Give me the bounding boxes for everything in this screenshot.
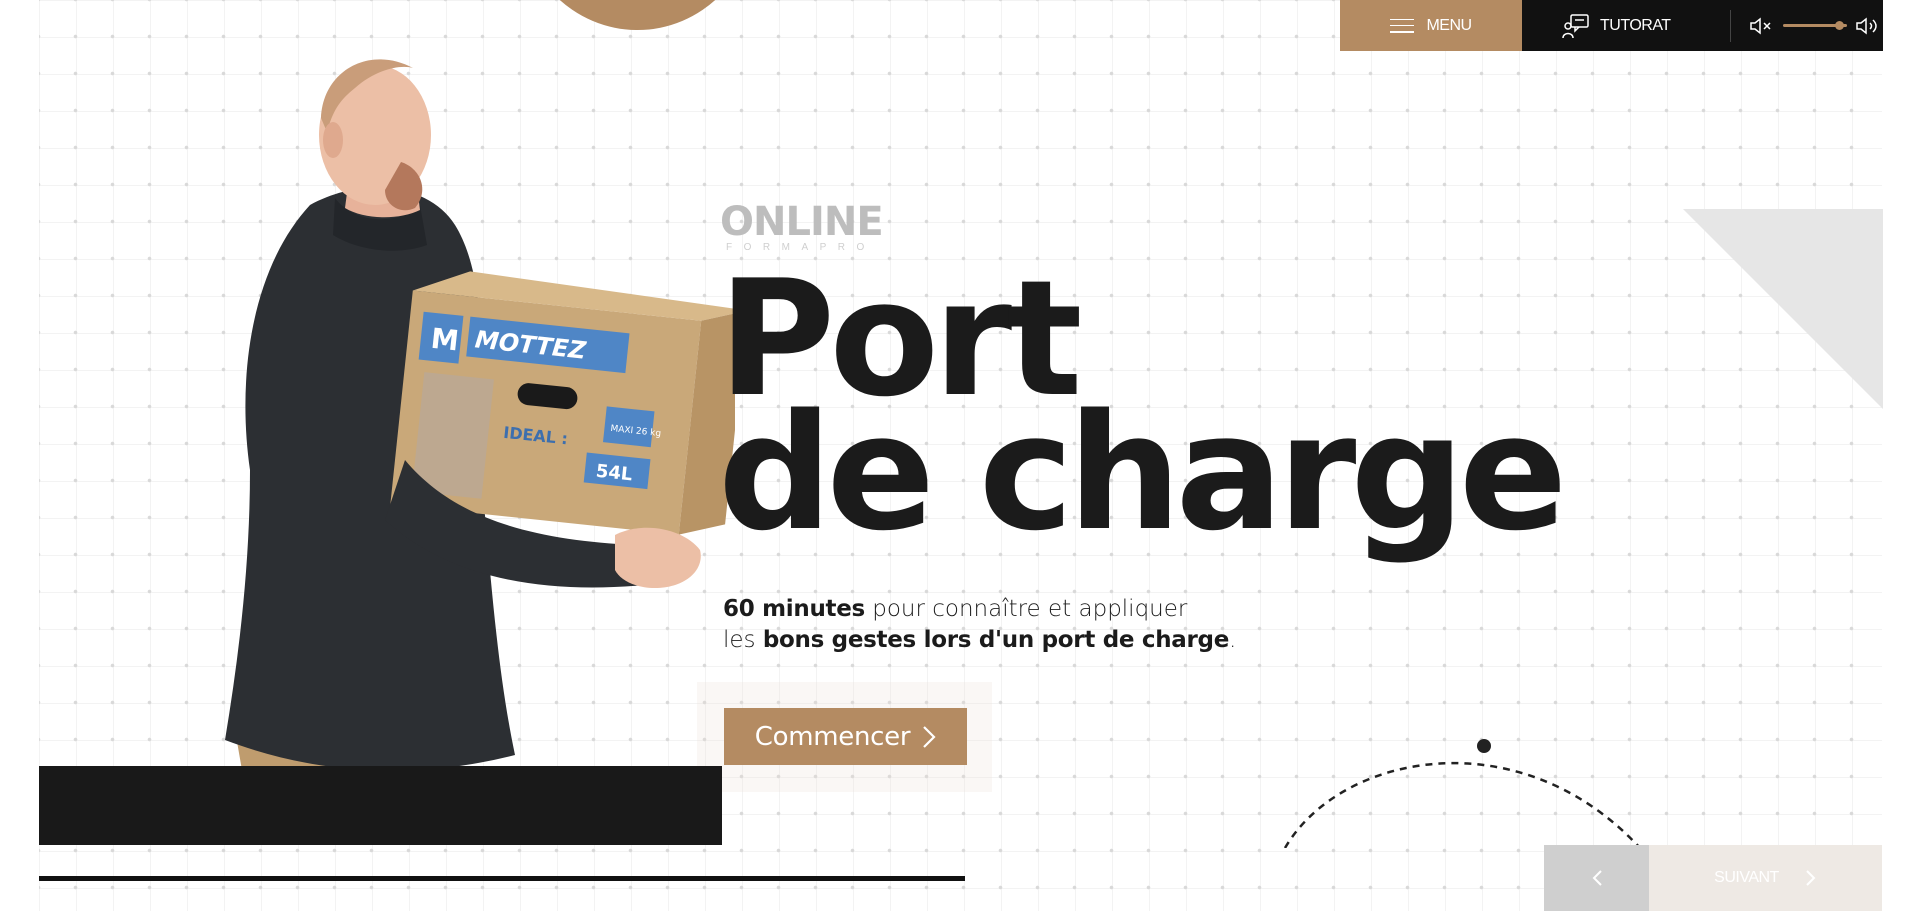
chevron-left-icon: [1592, 870, 1602, 886]
start-button-label: Commencer: [754, 721, 911, 752]
mute-icon[interactable]: [1749, 16, 1775, 36]
next-button[interactable]: SUIVANT: [1649, 845, 1882, 911]
description-text-2: les: [723, 627, 763, 653]
title-line-2: de charge: [718, 379, 1567, 566]
previous-button[interactable]: [1544, 845, 1649, 911]
chevron-right-icon: [923, 725, 936, 748]
course-description: 60 minutes pour connaître et appliquer l…: [723, 594, 1236, 656]
volume-control: [1749, 16, 1881, 36]
menu-button[interactable]: MENU: [1340, 0, 1522, 51]
tutorat-label: TUTORAT: [1600, 16, 1671, 34]
volume-icon[interactable]: [1855, 16, 1881, 36]
volume-slider[interactable]: [1783, 21, 1847, 30]
duration-text: 60 minutes: [723, 596, 865, 622]
chevron-right-icon: [1806, 870, 1816, 886]
box-capacity: 54L: [595, 461, 634, 486]
description-highlight: bons gestes lors d'un port de charge: [762, 627, 1230, 653]
divider: [1730, 9, 1731, 42]
menu-label: MENU: [1426, 16, 1472, 34]
decorative-black-bar: [39, 766, 722, 845]
hamburger-icon: [1390, 18, 1415, 33]
volume-knob[interactable]: [1834, 21, 1844, 30]
logo-word: ONLINE: [720, 199, 884, 245]
next-button-label: SUIVANT: [1714, 869, 1779, 886]
description-period: .: [1229, 627, 1237, 653]
person-carrying-box-illustration: M MOTTEZ IDEAL : MAXI 26 kg 54L: [225, 59, 735, 845]
page-title: Port de charge: [718, 259, 1567, 566]
description-text-1: pour connaître et appliquer: [864, 596, 1188, 622]
progress-bar: [39, 876, 965, 881]
chat-person-icon: [1562, 13, 1589, 38]
box-brand-initial: M: [429, 322, 460, 358]
top-bar: MENU TUTORAT: [1340, 0, 1883, 51]
decorative-dashed-arc: [1283, 739, 1641, 848]
start-button[interactable]: Commencer: [724, 708, 967, 765]
tutorat-button[interactable]: TUTORAT: [1522, 13, 1720, 39]
top-controls: TUTORAT: [1522, 0, 1883, 51]
